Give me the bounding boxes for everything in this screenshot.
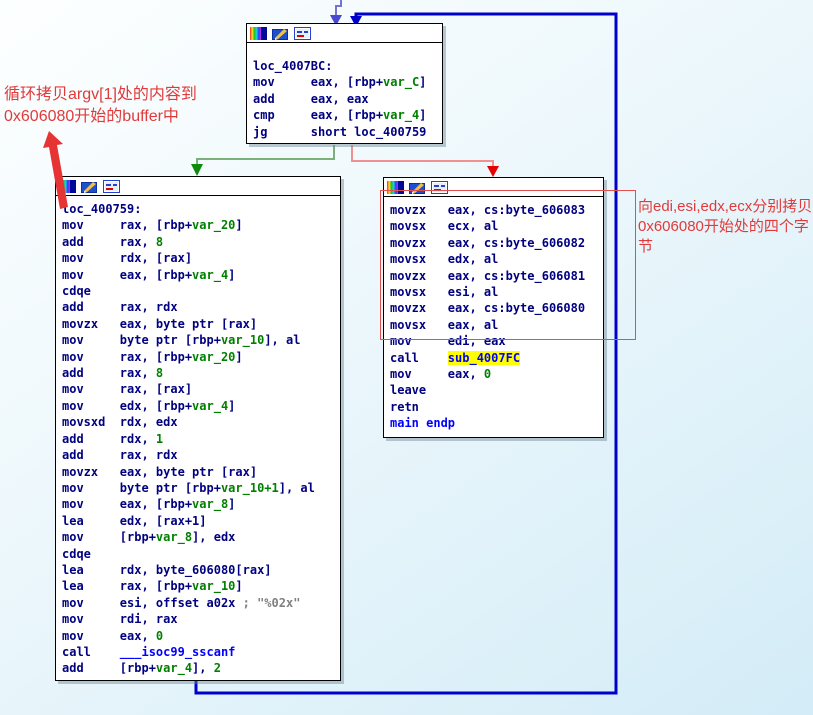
asm-line[interactable]: mov rdi, rax (62, 611, 335, 627)
asm-line[interactable]: mov eax, [rbp+var_C] (253, 74, 437, 90)
asm-line[interactable]: movsxd rdx, edx (62, 414, 335, 430)
asm-line[interactable]: mov byte ptr [rbp+var_10], al (62, 332, 335, 348)
asm-line[interactable]: cmp eax, [rbp+var_4] (253, 107, 437, 123)
asm-line[interactable]: loc_400759: (62, 201, 335, 217)
asm-line[interactable]: mov eax, 0 (390, 366, 598, 382)
asm-block-loc-4007BC: loc_4007BC: mov eax, [rbp+var_C] add eax, … (247, 43, 442, 140)
asm-line[interactable]: mov byte ptr [rbp+var_10+1], al (62, 480, 335, 496)
asm-line[interactable]: add eax, eax (253, 91, 437, 107)
asm-line[interactable]: loc_4007BC: (253, 58, 437, 74)
asm-line[interactable]: mov rax, [rbp+var_20] (62, 349, 335, 365)
asm-line[interactable]: mov eax, [rbp+var_8] (62, 496, 335, 512)
node-color-icon[interactable] (250, 26, 267, 40)
left-annotation-line2: 0x606080开始的buffer中 (4, 108, 179, 125)
edge-false-red (351, 145, 499, 177)
left-annotation-line1: 循环拷贝argv[1]处的内容到 (4, 86, 197, 103)
asm-line[interactable]: add rax, rdx (62, 447, 335, 463)
asm-line[interactable]: movzx eax, byte ptr [rax] (62, 464, 335, 480)
asm-line[interactable]: mov rax, [rax] (62, 381, 335, 397)
asm-line[interactable]: mov esi, offset a02x ; "%02x" (62, 595, 335, 611)
asm-line[interactable]: cdqe (62, 546, 335, 562)
node-loc-4007BC[interactable]: loc_4007BC: mov eax, [rbp+var_C] add eax, … (246, 23, 443, 144)
asm-line[interactable]: leave (390, 382, 598, 398)
node-frame-icon[interactable] (294, 26, 311, 40)
right-annotation: 向edi,esi,edx,ecx分别拷贝0x606080开始处的四个字节 (638, 198, 813, 255)
asm-line[interactable]: mov [rbp+var_8], edx (62, 529, 335, 545)
asm-line[interactable]: jg short loc_400759 (253, 124, 437, 140)
asm-line[interactable]: retn (390, 399, 598, 415)
node-titlebar[interactable] (56, 177, 340, 196)
asm-line[interactable]: cdqe (62, 283, 335, 299)
node-color-icon[interactable] (59, 179, 76, 193)
asm-line[interactable]: mov rax, [rbp+var_20] (62, 217, 335, 233)
asm-line[interactable]: mov rdx, [rax] (62, 250, 335, 266)
edge-true-green (191, 145, 335, 176)
asm-block-loc-400759: loc_400759: mov rax, [rbp+var_20] add rax,… (56, 196, 340, 677)
node-edit-icon[interactable] (272, 27, 289, 40)
left-annotation: 循环拷贝argv[1]处的内容到 0x606080开始的buffer中 (4, 84, 197, 128)
asm-line[interactable]: lea edx, [rax+1] (62, 513, 335, 529)
asm-line[interactable]: main endp (390, 415, 598, 431)
asm-line[interactable]: add rax, 8 (62, 365, 335, 381)
asm-line[interactable]: add [rbp+var_4], 2 (62, 660, 335, 676)
asm-line[interactable]: mov eax, [rbp+var_4] (62, 267, 335, 283)
asm-line[interactable]: lea rdx, byte_606080[rax] (62, 562, 335, 578)
highlight-rect (380, 190, 636, 340)
node-edit-icon[interactable] (81, 180, 98, 193)
node-loc-400759[interactable]: loc_400759: mov rax, [rbp+var_20] add rax,… (55, 176, 341, 681)
asm-line[interactable]: mov eax, 0 (62, 628, 335, 644)
asm-line[interactable]: movzx eax, byte ptr [rax] (62, 316, 335, 332)
node-titlebar[interactable] (247, 24, 442, 43)
asm-line[interactable]: add rax, rdx (62, 299, 335, 315)
asm-line[interactable]: mov edx, [rbp+var_4] (62, 398, 335, 414)
asm-line[interactable]: add rdx, 1 (62, 431, 335, 447)
asm-line[interactable]: call ___isoc99_sscanf (62, 644, 335, 660)
node-frame-icon[interactable] (103, 179, 120, 193)
asm-line[interactable]: add rax, 8 (62, 234, 335, 250)
asm-line[interactable]: call sub_4007FC (390, 350, 598, 366)
asm-line[interactable]: lea rax, [rbp+var_10] (62, 578, 335, 594)
